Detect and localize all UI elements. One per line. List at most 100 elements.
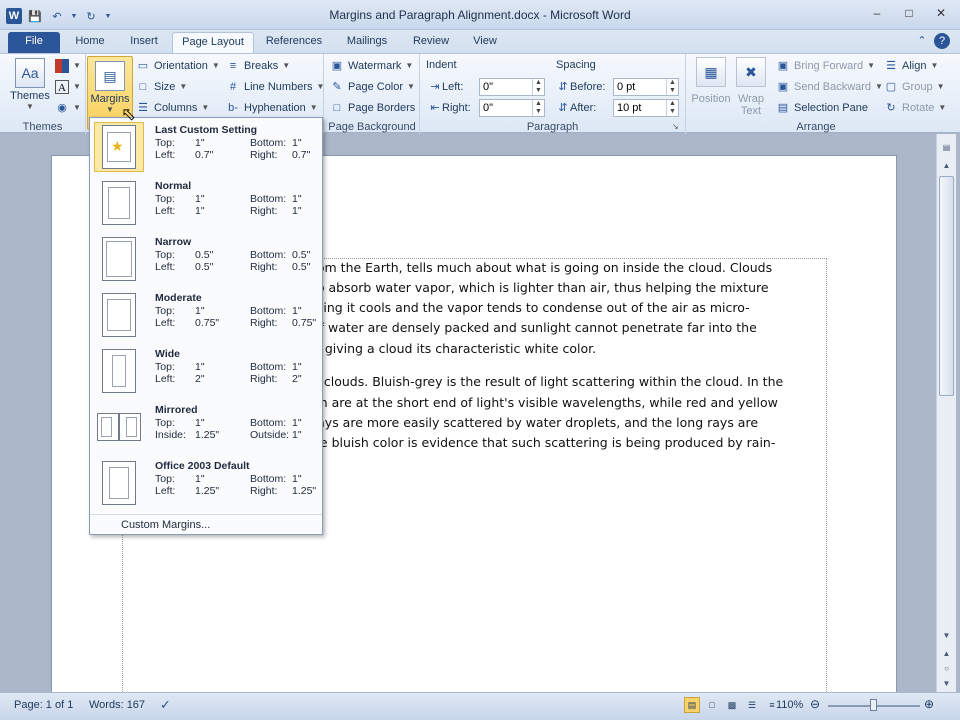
position-button[interactable]: ▦ Position: [690, 57, 732, 105]
tab-insert[interactable]: Insert: [118, 32, 170, 53]
bring-forward-button[interactable]: ▣ Bring Forward ▼: [776, 57, 875, 75]
body-text-line[interactable]: he bluish color is evidence that such sc…: [312, 433, 824, 453]
paragraph-group-label: Paragraph: [526, 121, 579, 133]
tab-view[interactable]: View: [462, 32, 508, 53]
spin-arrows-icon[interactable]: ▲ ▼: [666, 79, 678, 95]
selection-pane-button[interactable]: ▤ Selection Pane: [776, 99, 868, 117]
spin-arrows-icon[interactable]: ▲ ▼: [666, 100, 678, 116]
chevron-down-icon: ▼: [405, 61, 414, 70]
chevron-down-icon: ▼: [938, 103, 947, 112]
page-count[interactable]: Page: 1 of 1: [14, 699, 73, 711]
send-backward-icon: ▣: [777, 81, 789, 93]
chevron-down-icon: ▼: [867, 61, 875, 70]
body-text-line[interactable]: ining it cools and the vapor tends to co…: [312, 298, 824, 318]
spin-arrows-icon[interactable]: ▲ ▼: [532, 79, 544, 95]
watermark-button[interactable]: ▣ Watermark ▼: [330, 57, 414, 75]
indent-left-label: ⇥ Left:: [428, 80, 463, 94]
body-text-line[interactable]: rom the Earth, tells much about what is …: [312, 258, 824, 278]
ruler-toggle-icon[interactable]: ▤: [939, 140, 954, 155]
hyphenation-icon: b-: [228, 102, 238, 114]
spin-arrows-icon[interactable]: ▲ ▼: [532, 100, 544, 116]
margin-option-wide[interactable]: Wide Top: 1" Bottom: 1" Left: 2" Right: …: [92, 344, 320, 398]
margin-option-last-custom[interactable]: ★ Last Custom Setting Top: 1" Bottom: 1"…: [92, 120, 320, 174]
spacing-after-field[interactable]: 10 pt ▲ ▼: [613, 99, 679, 117]
page-borders-button[interactable]: □ Page Borders: [330, 99, 416, 117]
margin-option-mirrored[interactable]: Mirrored Top: 1" Bottom: 1" Inside: 1.25…: [92, 400, 320, 454]
dialog-launcher-icon[interactable]: ↘: [672, 122, 679, 131]
breaks-button[interactable]: ≡ Breaks ▼: [226, 57, 290, 75]
close-icon[interactable]: ✕: [926, 4, 956, 22]
chevron-down-icon: ▼: [875, 82, 883, 91]
zoom-level[interactable]: 110%: [776, 699, 803, 711]
full-screen-reading-icon[interactable]: □: [704, 697, 720, 713]
margin-option-office-2003[interactable]: Office 2003 Default Top: 1" Bottom: 1" L…: [92, 456, 320, 510]
margin-option-normal[interactable]: Normal Top: 1" Bottom: 1" Left: 1" Right…: [92, 176, 320, 230]
page-background-label: Page Background: [328, 121, 416, 133]
title-bar: W 💾 ↶ ▼ ↻ ▼ Margins and Paragraph Alignm…: [0, 0, 960, 30]
chevron-down-icon: ▼: [309, 103, 318, 112]
orientation-button[interactable]: ▭ Orientation ▼: [136, 57, 220, 75]
web-layout-icon[interactable]: ▩: [724, 697, 740, 713]
body-text-line[interactable]: n clouds. Bluish-grey is the result of l…: [312, 372, 824, 392]
body-text-line[interactable]: rays are more easily scattered by water …: [312, 413, 824, 433]
columns-button[interactable]: ☰ Columns ▼: [136, 99, 209, 117]
vertical-scrollbar[interactable]: ▤ ▲ ▼ ▲ ○ ▼: [936, 134, 956, 692]
body-text-line[interactable]: en are at the short end of light's visib…: [312, 393, 824, 413]
margin-option-narrow[interactable]: Narrow Top: 0.5" Bottom: 0.5" Left: 0.5"…: [92, 232, 320, 286]
indent-left-field[interactable]: 0" ▲ ▼: [479, 78, 545, 96]
hyphenation-button[interactable]: b- Hyphenation ▼: [226, 99, 318, 117]
minimize-ribbon-icon[interactable]: ⌃: [914, 33, 930, 49]
themes-button[interactable]: Aa Themes ▼: [8, 58, 52, 111]
word-count[interactable]: Words: 167: [89, 699, 145, 711]
tab-review[interactable]: Review: [403, 32, 459, 53]
page-thumbnail: [94, 458, 144, 508]
chevron-down-icon: ▼: [179, 82, 188, 91]
wrap-text-button[interactable]: ✖ Wrap Text: [734, 57, 768, 117]
zoom-in-icon[interactable]: ⊕: [924, 697, 934, 711]
theme-fonts-button[interactable]: A ▼: [55, 78, 81, 96]
theme-colors-button[interactable]: ▼: [55, 57, 81, 75]
indent-left-icon: ⇥: [430, 81, 440, 93]
rotate-button[interactable]: ↻ Rotate ▼: [884, 99, 946, 117]
body-text-line[interactable]: of water are densely packed and sunlight…: [312, 318, 824, 338]
chevron-down-icon: ▼: [282, 61, 291, 70]
previous-page-icon[interactable]: ▲: [939, 646, 954, 661]
next-page-icon[interactable]: ▼: [939, 676, 954, 691]
arrange-group-label: Arrange: [796, 121, 836, 133]
star-icon: ★: [111, 138, 124, 154]
size-button[interactable]: □ Size ▼: [136, 78, 188, 96]
align-button[interactable]: ☰ Align ▼: [884, 57, 938, 75]
proofing-icon[interactable]: ✓: [160, 697, 171, 713]
body-text-line[interactable]: to absorb water vapor, which is lighter …: [312, 278, 824, 298]
print-layout-icon[interactable]: ▤: [684, 697, 700, 713]
theme-effects-button[interactable]: ◉ ▼: [55, 99, 81, 117]
outline-icon[interactable]: ☰: [744, 697, 760, 713]
tab-file[interactable]: File: [8, 32, 60, 53]
scroll-thumb[interactable]: [939, 176, 954, 396]
minimize-icon[interactable]: –: [862, 4, 892, 22]
custom-margins-item[interactable]: Custom Margins...: [90, 514, 322, 534]
line-numbers-button[interactable]: # Line Numbers ▼: [226, 78, 324, 96]
zoom-slider-thumb[interactable]: [870, 699, 877, 711]
theme-fonts-icon: A: [55, 80, 69, 94]
margin-option-moderate[interactable]: Moderate Top: 1" Bottom: 1" Left: 0.75" …: [92, 288, 320, 342]
zoom-out-icon[interactable]: ⊖: [810, 697, 820, 711]
margins-icon: ▤: [95, 61, 125, 91]
restore-icon[interactable]: □: [894, 4, 924, 22]
tab-references[interactable]: References: [259, 32, 329, 53]
scroll-down-icon[interactable]: ▼: [939, 628, 954, 643]
help-icon[interactable]: ?: [934, 33, 950, 49]
tab-page-layout[interactable]: Page Layout: [172, 32, 254, 53]
tab-mailings[interactable]: Mailings: [335, 32, 399, 53]
tab-home[interactable]: Home: [64, 32, 116, 53]
send-backward-button[interactable]: ▣ Send Backward ▼: [776, 78, 883, 96]
browse-object-icon[interactable]: ○: [939, 661, 954, 676]
scroll-up-icon[interactable]: ▲: [939, 158, 954, 173]
wrap-text-icon: ✖: [736, 57, 766, 87]
spacing-before-field[interactable]: 0 pt ▲ ▼: [613, 78, 679, 96]
page-color-button[interactable]: ✎ Page Color ▼: [330, 78, 415, 96]
indent-right-field[interactable]: 0" ▲ ▼: [479, 99, 545, 117]
group-button[interactable]: ▢ Group ▼: [884, 78, 945, 96]
body-text-line[interactable]: t, giving a cloud its characteristic whi…: [312, 339, 824, 359]
indent-right-label: ⇤ Right:: [428, 101, 470, 115]
